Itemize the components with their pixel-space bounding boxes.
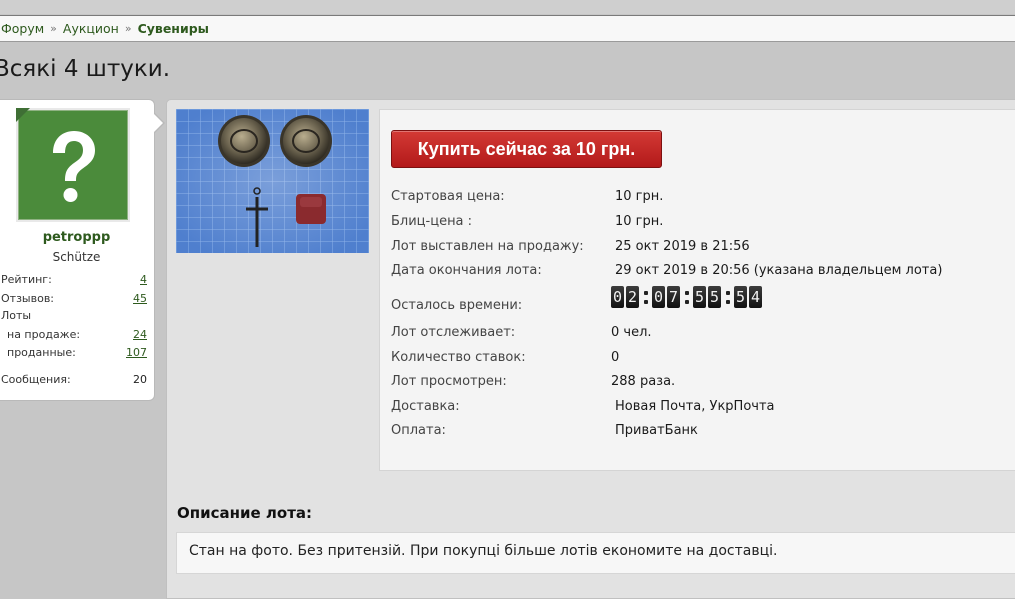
row-end-date: Дата окончания лота: 29 окт 2019 в 20:56… — [391, 263, 942, 278]
listed-label: Лот выставлен на продажу: — [391, 239, 584, 254]
timer-digit: 2 — [626, 286, 639, 308]
stat-rating: Рейтинг: 4 — [1, 273, 147, 286]
stat-lots: Лоты — [1, 309, 147, 322]
start-price-label: Стартовая цена: — [391, 189, 505, 204]
description-heading: Описание лота: — [177, 504, 313, 522]
remaining-label: Осталось времени: — [391, 298, 523, 313]
blitz-price-value: 10 грн. — [615, 214, 664, 229]
countdown-timer: 0 2 0 7 5 5 5 4 — [611, 286, 764, 308]
stat-on-sale: на продаже: 24 — [1, 328, 147, 341]
username-link[interactable]: petroppp — [0, 230, 156, 245]
views-value: 288 раза. — [611, 374, 676, 389]
bids-label: Количество ставок: — [391, 350, 526, 365]
top-strip — [0, 0, 1015, 14]
stat-rating-value[interactable]: 4 — [140, 273, 147, 286]
timer-digit: 0 — [611, 286, 624, 308]
bids-value: 0 — [611, 350, 620, 365]
user-rank: Schütze — [52, 250, 101, 264]
stat-reviews-label: Отзывов: — [1, 292, 55, 305]
stat-messages-value: 20 — [133, 373, 147, 386]
timer-digit: 5 — [708, 286, 721, 308]
row-watchers: Лот отслеживает: 0 чел. — [391, 325, 652, 340]
timer-digit: 7 — [667, 286, 680, 308]
timer-colon — [682, 286, 691, 308]
breadcrumb-auction-link[interactable]: Аукцион — [63, 21, 119, 36]
stat-sold-value[interactable]: 107 — [126, 346, 147, 359]
payment-label: Оплата: — [391, 423, 446, 438]
row-bids: Количество ставок: 0 — [391, 350, 619, 365]
listed-value: 25 окт 2019 в 21:56 — [615, 239, 750, 254]
row-listed: Лот выставлен на продажу: 25 окт 2019 в … — [391, 239, 750, 254]
user-card: petroppp Schütze Рейтинг: 4 Отзывов: 45 … — [0, 99, 165, 401]
breadcrumb: Форум » Аукцион » Сувениры — [0, 15, 1015, 42]
timer-digit: 5 — [693, 286, 706, 308]
delivery-label: Доставка: — [391, 399, 460, 414]
breadcrumb-souvenirs-link[interactable]: Сувениры — [138, 21, 209, 36]
buy-now-button[interactable]: Купить сейчас за 10 грн. — [391, 130, 662, 168]
stat-sold: проданные: 107 — [1, 346, 147, 359]
avatar[interactable] — [16, 108, 128, 220]
page-title: Всякі 4 штуки. — [0, 56, 171, 82]
stat-reviews-value[interactable]: 45 — [133, 292, 147, 305]
watchers-value: 0 чел. — [611, 325, 652, 340]
end-date-value: 29 окт 2019 в 20:56 (указана владельцем … — [615, 263, 943, 278]
views-label: Лот просмотрен: — [391, 374, 507, 389]
description-text: Стан на фото. Без притензій. При покупці… — [176, 532, 1015, 574]
chevron-separator-icon: » — [50, 22, 57, 35]
lot-photo[interactable] — [176, 109, 369, 253]
stat-lots-label: Лоты — [1, 309, 32, 322]
card-pointer-fill — [154, 114, 163, 132]
stat-reviews: Отзывов: 45 — [1, 292, 147, 305]
chevron-separator-icon: » — [124, 22, 132, 35]
row-remaining: Осталось времени: — [391, 298, 522, 313]
question-mark-icon — [53, 131, 95, 202]
row-start-price: Стартовая цена: 10 грн. — [391, 189, 663, 204]
row-delivery: Доставка: Новая Почта, УкрПочта — [391, 399, 775, 414]
payment-value: ПриватБанк — [615, 423, 698, 438]
stat-sold-label: проданные: — [7, 346, 76, 359]
timer-digit: 0 — [652, 286, 665, 308]
timer-digit: 5 — [734, 286, 747, 308]
timer-colon — [723, 286, 732, 308]
timer-digit: 4 — [749, 286, 762, 308]
stat-on-sale-label: на продаже: — [7, 328, 81, 341]
timer-colon — [641, 286, 650, 308]
row-views: Лот просмотрен: 288 раза. — [391, 374, 675, 389]
watchers-label: Лот отслеживает: — [391, 325, 516, 340]
breadcrumb-forum-link[interactable]: Форум — [1, 21, 44, 36]
row-blitz-price: Блиц-цена : 10 грн. — [391, 214, 663, 229]
end-date-label: Дата окончания лота: — [391, 263, 542, 278]
row-payment: Оплата: ПриватБанк — [391, 423, 698, 438]
start-price-value: 10 грн. — [615, 189, 664, 204]
delivery-value: Новая Почта, УкрПочта — [615, 399, 775, 414]
blitz-price-label: Блиц-цена : — [391, 214, 473, 229]
stat-rating-label: Рейтинг: — [1, 273, 52, 286]
stat-messages: Сообщения: 20 — [1, 373, 147, 386]
stat-on-sale-value[interactable]: 24 — [133, 328, 147, 341]
stat-messages-label: Сообщения: — [1, 373, 71, 386]
